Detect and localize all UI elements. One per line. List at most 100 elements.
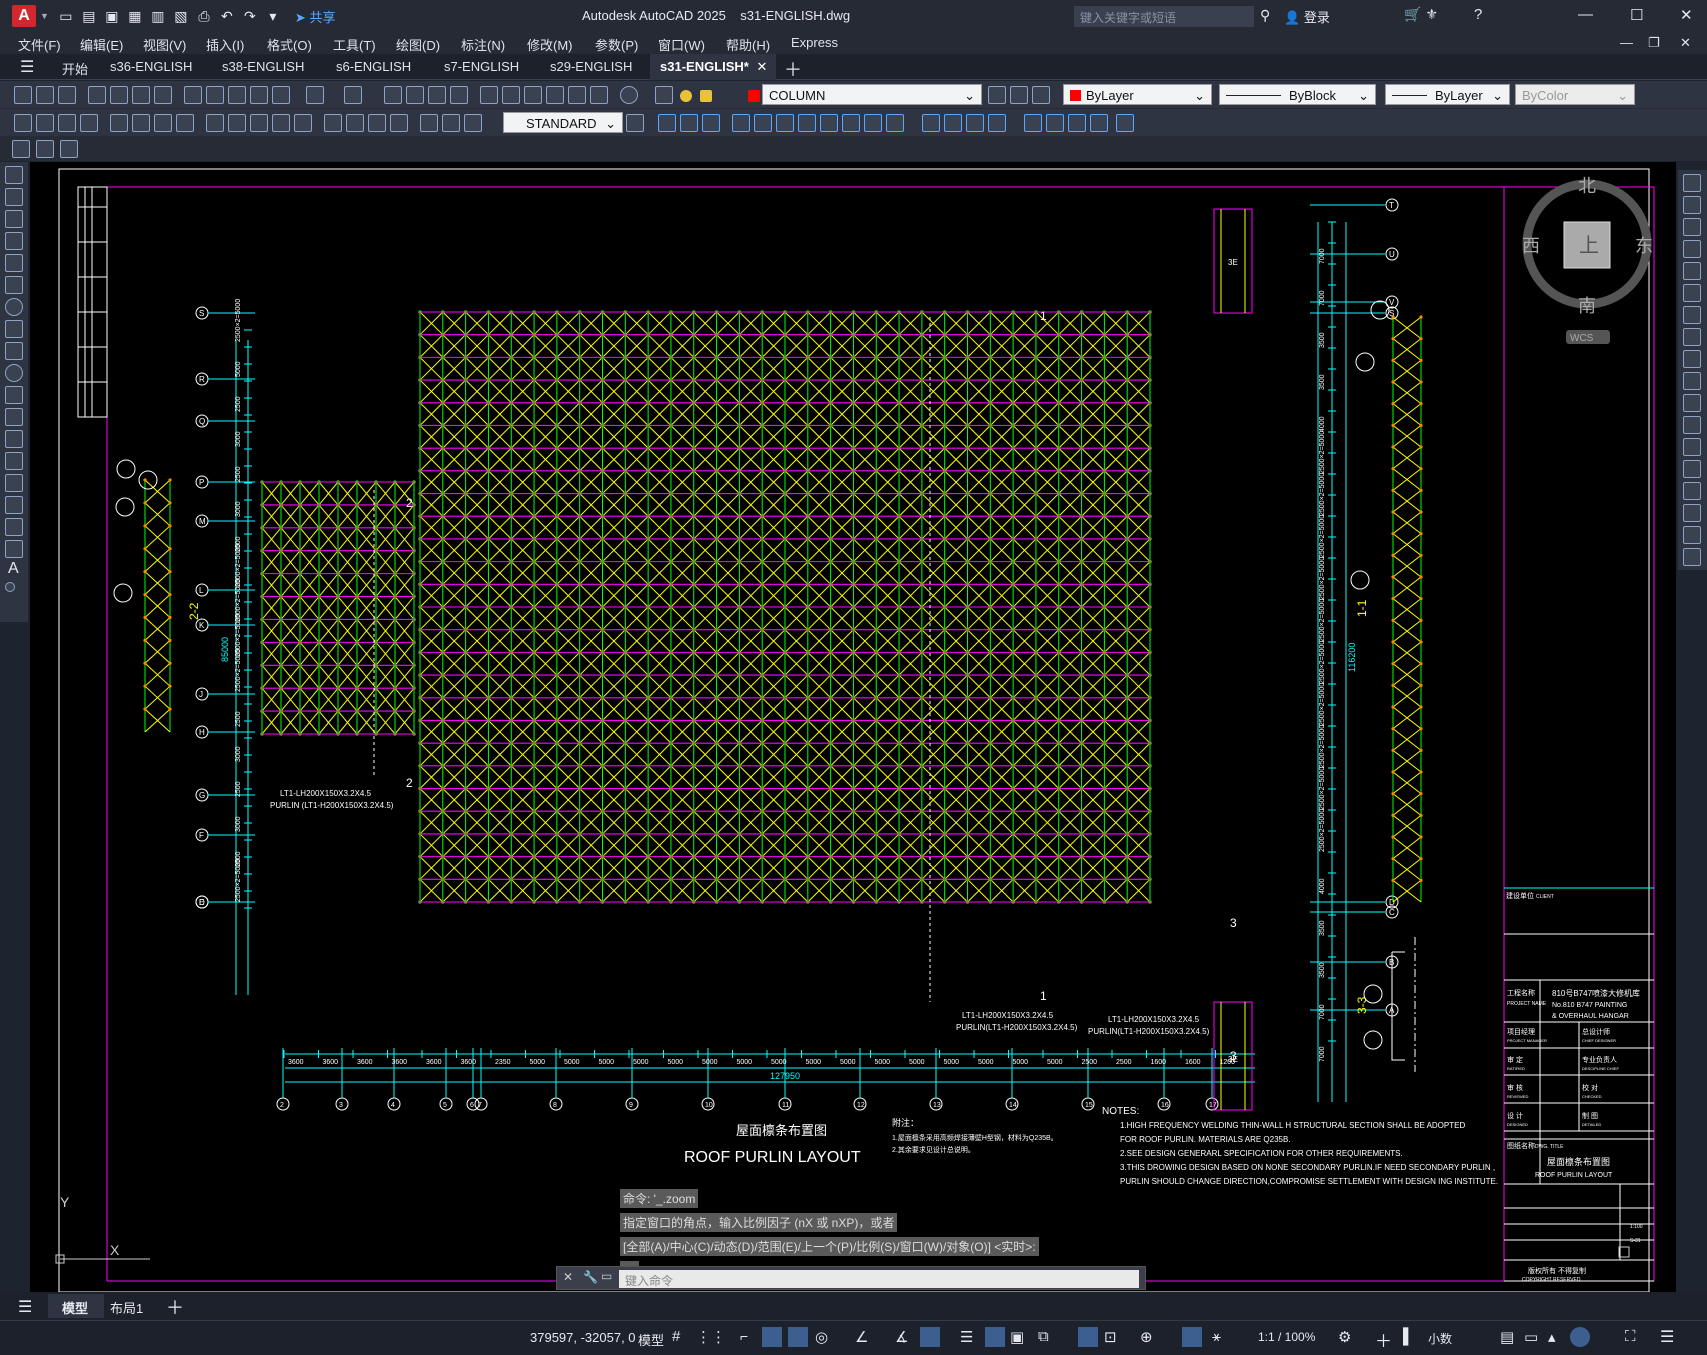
radius-dim-icon[interactable] — [132, 114, 150, 132]
layer-properties-icon[interactable] — [655, 86, 673, 104]
delete-faces-icon[interactable] — [798, 114, 816, 132]
solid-edit-icon[interactable] — [1090, 114, 1108, 132]
menu-window[interactable]: 窗口(W) — [658, 35, 705, 54]
shell-icon[interactable] — [1046, 114, 1064, 132]
match-prop-icon[interactable] — [250, 86, 268, 104]
region-icon[interactable] — [5, 518, 23, 536]
hamburger-menu-icon[interactable]: ☰ — [20, 52, 40, 78]
center-mark-icon[interactable] — [346, 114, 364, 132]
object-snap-tracking-icon[interactable]: ∠ — [855, 1328, 868, 1346]
dim-update-icon[interactable] — [464, 114, 482, 132]
explode-icon[interactable] — [1683, 548, 1701, 566]
point-icon[interactable] — [5, 452, 23, 470]
save-web-icon[interactable]: ▧ — [172, 7, 190, 25]
linear-dim-icon[interactable] — [14, 114, 32, 132]
baseline-dim-icon[interactable] — [228, 114, 246, 132]
clean-icon[interactable] — [988, 114, 1006, 132]
color-dropdown[interactable]: ByLayer ⌄ — [1063, 84, 1212, 105]
move-icon[interactable] — [1683, 284, 1701, 302]
command-input[interactable]: 键入命令 — [619, 1270, 1139, 1288]
revision-cloud-icon[interactable] — [5, 320, 23, 338]
search-icon[interactable]: ⚲ — [1260, 7, 1270, 24]
object-snap-icon[interactable]: ∡ — [895, 1328, 908, 1346]
scale-icon[interactable] — [1683, 328, 1701, 346]
quick-dim-icon[interactable] — [206, 114, 224, 132]
workspace-gear-icon[interactable]: ⚙ — [1338, 1328, 1351, 1346]
hatch-icon[interactable] — [5, 474, 23, 492]
preview-icon[interactable] — [110, 86, 128, 104]
lineweight-dropdown[interactable]: ByLayer ⌄ — [1385, 84, 1510, 105]
make-current-layer-icon[interactable] — [988, 86, 1006, 104]
add-selected-icon[interactable] — [5, 582, 15, 592]
tab-model[interactable]: 模型 — [48, 1294, 104, 1318]
model-space-canvas[interactable]: S R Q P M L K J H G F E D 2500×2=5000 2500 3000 2500 3000… — [30, 162, 1676, 1292]
array-icon[interactable] — [1683, 262, 1701, 280]
new-file-icon[interactable]: ▭ — [57, 7, 75, 25]
circle-icon[interactable] — [5, 298, 23, 316]
open-file-icon[interactable]: ▤ — [80, 7, 98, 25]
menu-view[interactable]: 视图(V) — [143, 35, 186, 54]
menu-edit[interactable]: 编辑(E) — [80, 35, 123, 54]
layer-dropdown[interactable]: COLUMN ⌄ — [762, 84, 982, 105]
menu-insert[interactable]: 插入(I) — [206, 35, 244, 54]
join-icon[interactable] — [1683, 460, 1701, 478]
rectangle-icon[interactable] — [5, 254, 23, 272]
save-icon[interactable]: ▣ — [103, 7, 121, 25]
taper-faces-icon[interactable] — [842, 114, 860, 132]
zoom-realtime-icon[interactable] — [406, 86, 424, 104]
color-faces-icon[interactable] — [886, 114, 904, 132]
inspection-icon[interactable] — [368, 114, 386, 132]
rotate-icon[interactable] — [1683, 306, 1701, 324]
doc-minimize-icon[interactable]: — — [1620, 35, 1633, 50]
model-space-button[interactable]: 模型 — [638, 1330, 664, 1349]
customization-icon[interactable]: ☰ — [1660, 1327, 1674, 1347]
coordinates-readout[interactable]: 379597, -32057, 0 — [530, 1330, 636, 1345]
move-faces-icon[interactable] — [754, 114, 772, 132]
break-at-point-icon[interactable] — [1683, 416, 1701, 434]
tab-layout1[interactable]: 布局1 — [110, 1298, 143, 1317]
menu-draw[interactable]: 绘图(D) — [396, 35, 440, 54]
units-dropdown[interactable]: 小数 — [1428, 1330, 1452, 1347]
block-editor-icon[interactable] — [272, 86, 290, 104]
dim-style-icon[interactable] — [626, 114, 644, 132]
compass-north[interactable]: 北 — [1578, 176, 1596, 196]
compass-east[interactable]: 东 — [1635, 236, 1653, 256]
menu-parametric[interactable]: 参数(P) — [595, 35, 638, 54]
plot-tb-icon[interactable] — [88, 86, 106, 104]
menu-dimension[interactable]: 标注(N) — [461, 35, 505, 54]
gizmo-icon[interactable]: ⊡ — [1104, 1328, 1117, 1346]
save-as-icon[interactable]: ▦ — [126, 7, 144, 25]
maximize-icon[interactable]: ☐ — [1630, 6, 1643, 24]
close-icon[interactable]: ✕ — [1680, 6, 1693, 24]
share-button[interactable]: ➤ 共享 — [295, 7, 336, 26]
tab-close-icon[interactable]: ✕ — [757, 59, 768, 74]
union-icon[interactable] — [658, 114, 676, 132]
attribute-manager-icon[interactable] — [60, 140, 78, 158]
snap-icon[interactable]: ⋮⋮ — [696, 1328, 726, 1346]
new-icon[interactable] — [14, 86, 32, 104]
layer-states-icon[interactable] — [1032, 86, 1050, 104]
imprint-icon[interactable] — [966, 114, 984, 132]
layer-thaw-icon[interactable] — [700, 90, 712, 102]
paste-icon[interactable] — [228, 86, 246, 104]
aligned-dim-icon[interactable] — [36, 114, 54, 132]
ellipse-icon[interactable] — [5, 364, 23, 382]
help-tb-icon[interactable] — [620, 86, 638, 104]
fillet-icon[interactable] — [1683, 504, 1701, 522]
dynamic-input-icon[interactable]: ⌐ — [740, 1328, 748, 1344]
solid-history-icon[interactable] — [1116, 114, 1134, 132]
quick-properties-icon[interactable]: ▤ — [1500, 1328, 1514, 1346]
clean-screen-icon[interactable]: ⛶ — [1625, 1328, 1636, 1345]
attribute-edit-icon[interactable] — [12, 140, 30, 158]
check-icon[interactable] — [1068, 114, 1086, 132]
scale-readout[interactable]: 1:1 / 100% — [1258, 1330, 1315, 1344]
help-icon[interactable]: ? — [1474, 6, 1482, 23]
copy-faces-icon[interactable] — [864, 114, 882, 132]
units-icon[interactable]: ▌ — [1403, 1328, 1414, 1345]
cut-icon[interactable] — [184, 86, 202, 104]
trim-icon[interactable] — [1683, 372, 1701, 390]
design-center-icon[interactable] — [502, 86, 520, 104]
annotation-monitor-icon[interactable]: ＋ — [1375, 1327, 1392, 1352]
dim-text-edit-icon[interactable] — [442, 114, 460, 132]
dim-edit-icon[interactable] — [420, 114, 438, 132]
